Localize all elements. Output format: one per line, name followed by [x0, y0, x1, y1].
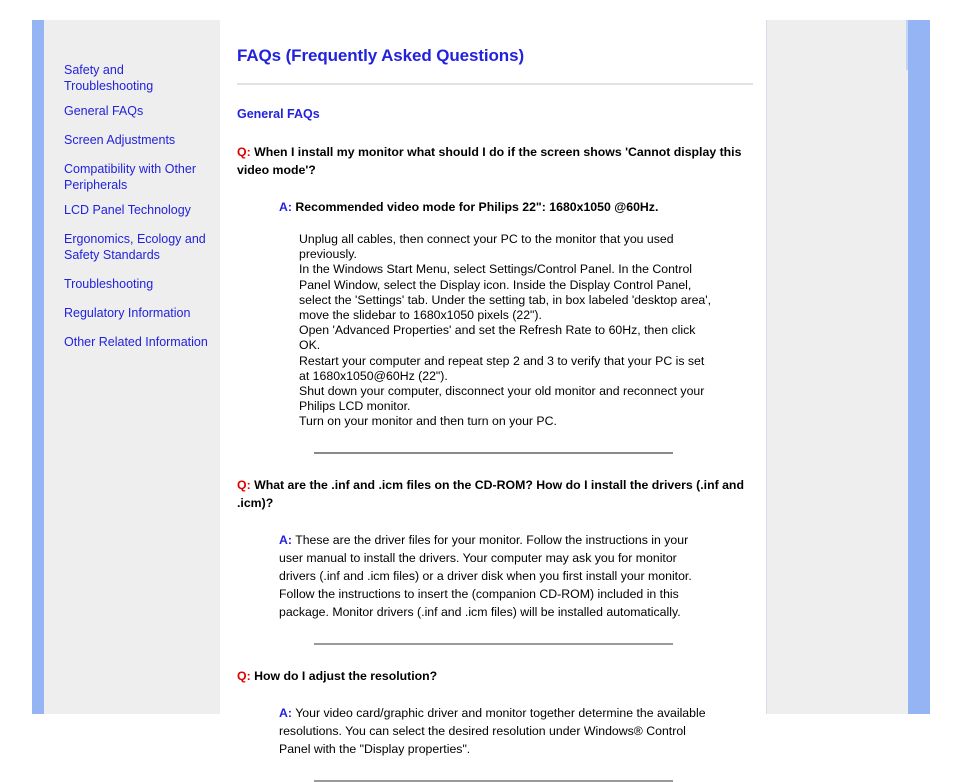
question-text: Q: When I install my monitor what should… [237, 143, 752, 179]
page-root: Safety and Troubleshooting General FAQs … [0, 0, 954, 782]
sidebar: Safety and Troubleshooting General FAQs … [44, 20, 220, 714]
question-body: How do I adjust the resolution? [254, 668, 438, 683]
sidebar-item-troubleshooting[interactable]: Troubleshooting [64, 276, 212, 292]
step-item: Open 'Advanced Properties' and set the R… [299, 323, 696, 353]
title-divider [237, 83, 753, 85]
question-text: Q: What are the .inf and .icm files on t… [237, 476, 752, 512]
sidebar-item-screen-adjustments[interactable]: Screen Adjustments [64, 132, 212, 148]
question-marker: Q: [237, 145, 251, 159]
qa-block: Q: What are the .inf and .icm files on t… [237, 476, 752, 645]
question-body: When I install my monitor what should I … [237, 145, 742, 177]
step-item: Restart your computer and repeat step 2 … [299, 353, 705, 383]
qa-block: Q: When I install my monitor what should… [237, 143, 752, 454]
answer-marker: A: [279, 705, 292, 720]
answer-body: These are the driver files for your moni… [279, 532, 692, 619]
qa-divider [314, 451, 673, 454]
question-marker: Q: [237, 477, 251, 492]
step-item: Shut down your computer, disconnect your… [299, 384, 705, 414]
answer-text: A: These are the driver files for your m… [279, 531, 711, 621]
question-marker: Q: [237, 668, 251, 683]
sidebar-item-safety-and-troubleshooting[interactable]: Safety and Troubleshooting [64, 62, 212, 94]
right-gutter-panel [767, 20, 908, 714]
left-accent-bar [32, 20, 44, 714]
step-item: In the Windows Start Menu, select Settin… [299, 262, 712, 323]
question-body: What are the .inf and .icm files on the … [237, 477, 744, 510]
main-content: FAQs (Frequently Asked Questions) Genera… [220, 20, 766, 782]
question-text: Q: How do I adjust the resolution? [237, 667, 752, 685]
answer-text: A: Recommended video mode for Philips 22… [279, 198, 752, 216]
sidebar-item-general-faqs[interactable]: General FAQs [64, 103, 212, 119]
step-item: Turn on your monitor and then turn on yo… [299, 414, 557, 429]
sidebar-item-lcd-panel-technology[interactable]: LCD Panel Technology [64, 202, 212, 218]
sidebar-item-other-related-information[interactable]: Other Related Information [64, 334, 212, 350]
answer-steps: Unplug all cables, then connect your PC … [299, 232, 714, 430]
qa-block: Q: How do I adjust the resolution? A: Yo… [237, 667, 752, 782]
page-title: FAQs (Frequently Asked Questions) [237, 46, 525, 65]
right-accent-bar [908, 20, 930, 714]
section-heading-general-faqs: General FAQs [237, 107, 320, 121]
content-inner: FAQs (Frequently Asked Questions) Genera… [220, 20, 766, 782]
answer-marker: A: [279, 200, 292, 214]
sidebar-item-regulatory-information[interactable]: Regulatory Information [64, 305, 212, 321]
qa-divider [314, 779, 673, 782]
answer-body: Your video card/graphic driver and monit… [279, 705, 706, 756]
answer-marker: A: [279, 532, 292, 547]
answer-text: A: Your video card/graphic driver and mo… [279, 704, 711, 758]
sidebar-nav-list: Safety and Troubleshooting General FAQs … [44, 20, 220, 350]
qa-divider [314, 642, 673, 645]
answer-body: Recommended video mode for Philips 22": … [295, 200, 659, 214]
sidebar-item-compatibility-with-other-peripherals[interactable]: Compatibility with Other Peripherals [64, 161, 212, 193]
step-item: Unplug all cables, then connect your PC … [299, 232, 674, 262]
sidebar-item-ergonomics-ecology-and-safety-standards[interactable]: Ergonomics, Ecology and Safety Standards [64, 231, 212, 263]
